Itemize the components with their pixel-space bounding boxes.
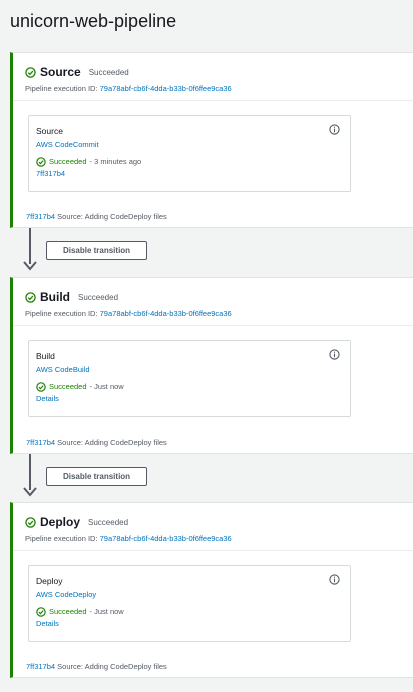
- success-check-icon: [25, 516, 36, 528]
- arrow-down-icon: [23, 261, 37, 271]
- commit-id-link[interactable]: 7ff317b4: [26, 662, 55, 671]
- stage-header: Source Succeeded Pipeline execution ID: …: [13, 53, 413, 101]
- action-name: Source: [36, 126, 63, 136]
- stage-header: Build Succeeded Pipeline execution ID: 7…: [13, 278, 413, 326]
- action-status: Succeeded: [49, 382, 87, 391]
- stage-header: Deploy Succeeded Pipeline execution ID: …: [13, 503, 413, 551]
- transition-arrow-line: [29, 454, 31, 490]
- commit-message: Source: Adding CodeDeploy files: [57, 438, 167, 447]
- action-status-row: Succeeded - Just now: [36, 381, 350, 392]
- execution-id-link[interactable]: 79a78abf-cb6f-4dda-b33b-0f6ffee9ca36: [100, 309, 232, 318]
- stage-source: Source Succeeded Pipeline execution ID: …: [10, 52, 413, 228]
- success-check-icon: [25, 291, 36, 303]
- action-status-row: Succeeded - Just now: [36, 606, 350, 617]
- action-card-source: Source AWS CodeCommit Succeeded - 3 minu…: [28, 115, 351, 192]
- execution-id-row: Pipeline execution ID: 79a78abf-cb6f-4dd…: [25, 534, 413, 543]
- action-card-deploy: Deploy AWS CodeDeploy Succeeded - Just n…: [28, 565, 351, 642]
- action-card-build: Build AWS CodeBuild Succeeded - Just now…: [28, 340, 351, 417]
- success-check-icon: [36, 606, 46, 617]
- action-time: - 3 minutes ago: [89, 157, 142, 166]
- action-time: - Just now: [89, 382, 124, 391]
- action-status-row: Succeeded - 3 minutes ago: [36, 156, 350, 167]
- stage-name: Deploy: [40, 515, 81, 529]
- execution-id-row: Pipeline execution ID: 79a78abf-cb6f-4dd…: [25, 84, 413, 93]
- disable-transition-button[interactable]: Disable transition: [46, 467, 147, 486]
- success-check-icon: [25, 66, 36, 78]
- action-provider-link[interactable]: AWS CodeCommit: [36, 140, 350, 149]
- info-icon[interactable]: [329, 349, 340, 360]
- execution-id-link[interactable]: 79a78abf-cb6f-4dda-b33b-0f6ffee9ca36: [100, 84, 232, 93]
- stage-build: Build Succeeded Pipeline execution ID: 7…: [10, 277, 413, 454]
- action-provider-link[interactable]: AWS CodeBuild: [36, 365, 350, 374]
- action-details-link[interactable]: Details: [36, 394, 350, 403]
- disable-transition-button[interactable]: Disable transition: [46, 241, 147, 260]
- transition-arrow-line: [29, 228, 31, 264]
- stage-status: Succeeded: [78, 292, 119, 302]
- commit-row: 7ff317b4 Source: Adding CodeDeploy files: [26, 662, 167, 671]
- execution-id-label: Pipeline execution ID:: [25, 309, 98, 318]
- commit-id-link[interactable]: 7ff317b4: [26, 438, 55, 447]
- arrow-down-icon: [23, 487, 37, 497]
- page-title: unicorn-web-pipeline: [10, 11, 177, 31]
- success-check-icon: [36, 381, 46, 392]
- action-name: Build: [36, 351, 55, 361]
- stage-name: Source: [40, 65, 81, 79]
- success-check-icon: [36, 156, 46, 167]
- commit-row: 7ff317b4 Source: Adding CodeDeploy files: [26, 212, 167, 221]
- stage-deploy: Deploy Succeeded Pipeline execution ID: …: [10, 502, 413, 678]
- info-icon[interactable]: [329, 124, 340, 135]
- commit-message: Source: Adding CodeDeploy files: [57, 212, 167, 221]
- transition-source-build: Disable transition: [10, 228, 413, 275]
- execution-id-label: Pipeline execution ID:: [25, 534, 98, 543]
- action-revision-link[interactable]: 7ff317b4: [36, 169, 350, 178]
- stage-status: Succeeded: [88, 517, 129, 527]
- execution-id-label: Pipeline execution ID:: [25, 84, 98, 93]
- commit-row: 7ff317b4 Source: Adding CodeDeploy files: [26, 438, 167, 447]
- action-provider-link[interactable]: AWS CodeDeploy: [36, 590, 350, 599]
- commit-id-link[interactable]: 7ff317b4: [26, 212, 55, 221]
- stage-name: Build: [40, 290, 70, 304]
- action-status: Succeeded: [49, 157, 87, 166]
- stage-status: Succeeded: [88, 67, 129, 77]
- action-details-link[interactable]: Details: [36, 619, 350, 628]
- commit-message: Source: Adding CodeDeploy files: [57, 662, 167, 671]
- action-status: Succeeded: [49, 607, 87, 616]
- action-time: - Just now: [89, 607, 124, 616]
- action-name: Deploy: [36, 576, 63, 586]
- execution-id-row: Pipeline execution ID: 79a78abf-cb6f-4dd…: [25, 309, 413, 318]
- execution-id-link[interactable]: 79a78abf-cb6f-4dda-b33b-0f6ffee9ca36: [100, 534, 232, 543]
- transition-build-deploy: Disable transition: [10, 454, 413, 501]
- info-icon[interactable]: [329, 574, 340, 585]
